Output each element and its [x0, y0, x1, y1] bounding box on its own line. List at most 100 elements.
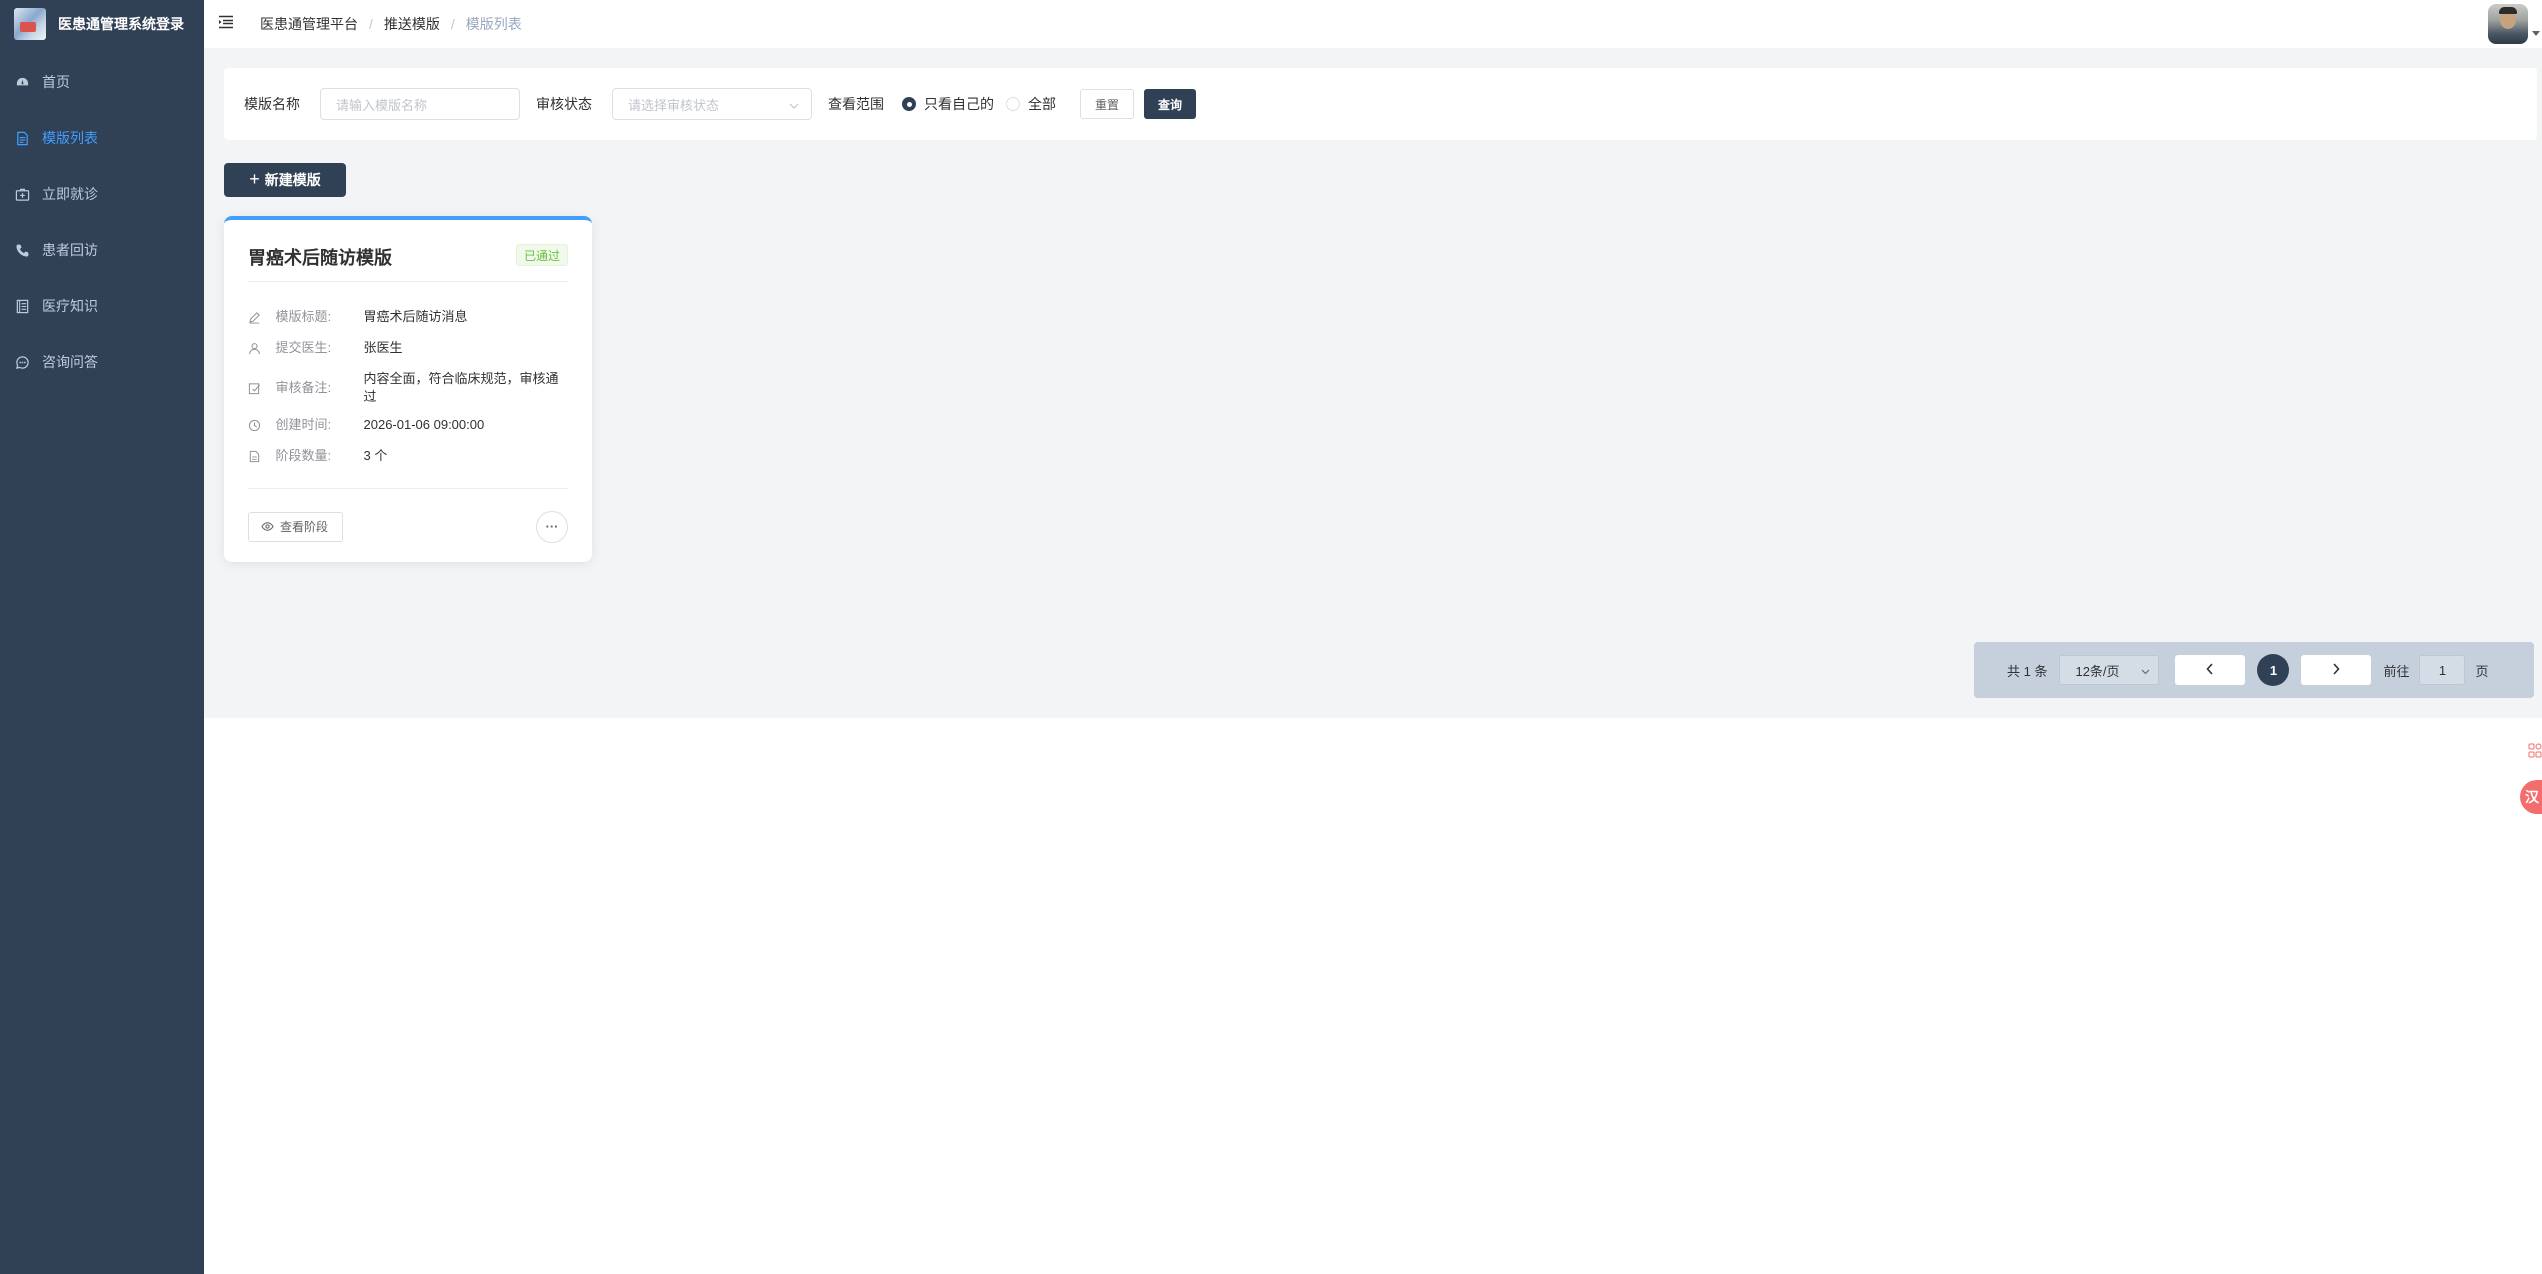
sidebar-item-label: 立即就诊 [42, 186, 98, 202]
breadcrumb-item-current: 模版列表 [465, 16, 522, 32]
sidebar: 医患通管理系统登录 首页 模版列表 立即就诊 患者回访 医疗知识 咨询问答 [0, 0, 204, 1274]
review-status-select[interactable]: 请选择审核状态 [612, 88, 812, 120]
template-card-title: 胃癌术后随访模版 [248, 248, 392, 268]
chevron-down-icon [789, 97, 799, 112]
scope-radio-own[interactable]: 只看自己的 [902, 94, 994, 114]
top-navbar: 医患通管理平台 / 推送模版 / 模版列表 [204, 0, 2542, 48]
info-value: 张医生 [363, 340, 403, 355]
chevron-down-icon [2141, 663, 2150, 678]
template-name-label: 模版名称 [244, 96, 300, 112]
sidebar-item-knowledge[interactable]: 医疗知识 [0, 278, 204, 334]
status-badge: 已通过 [515, 244, 568, 266]
sidebar-menu: 首页 模版列表 立即就诊 患者回访 医疗知识 咨询问答 [0, 54, 204, 390]
search-form: 模版名称 请输入模版名称 审核状态 请选择审核状态 查看范围 只看自己的 全部 … [224, 68, 2537, 140]
sidebar-item-followup[interactable]: 患者回访 [0, 222, 204, 278]
query-button[interactable]: 查询 [1144, 89, 1197, 119]
breadcrumb-separator: / [369, 16, 373, 32]
radio-checked-icon [902, 97, 916, 111]
info-row-stage-count: 阶段数量: 3 个 [248, 447, 568, 465]
sidebar-item-visit[interactable]: 立即就诊 [0, 166, 204, 222]
translate-badge-text: 汉 [2525, 789, 2539, 805]
new-template-button[interactable]: + 新建模版 [224, 163, 346, 197]
info-row-doctor: 提交医生: 张医生 [248, 339, 568, 357]
template-name-placeholder: 请输入模版名称 [336, 97, 428, 113]
sidebar-item-qa[interactable]: 咨询问答 [0, 334, 204, 390]
page-number-current[interactable]: 1 [2257, 654, 2290, 686]
goto-label: 前往 [2383, 663, 2410, 679]
info-value: 胃癌术后随访消息 [363, 309, 468, 324]
sidebar-item-home[interactable]: 首页 [0, 54, 204, 110]
chevron-right-icon [2332, 662, 2341, 678]
sidebar-item-label: 患者回访 [42, 242, 98, 258]
template-card-footer: 查看阶段 ··· [248, 488, 568, 560]
book-icon [14, 298, 30, 314]
app-title: 医患通管理系统登录 [58, 16, 184, 32]
template-name-input[interactable]: 请输入模版名称 [320, 88, 520, 120]
sidebar-item-template-list[interactable]: 模版列表 [0, 110, 204, 166]
main-content: 模版名称 请输入模版名称 审核状态 请选择审核状态 查看范围 只看自己的 全部 … [204, 48, 2542, 718]
phone-icon [14, 242, 30, 258]
radio-unchecked-icon [1006, 97, 1020, 111]
dashboard-icon [14, 74, 30, 90]
scope-radio-all[interactable]: 全部 [1006, 94, 1056, 114]
avatar[interactable] [2488, 4, 2528, 44]
medical-kit-icon [14, 186, 30, 202]
pagination-total: 共 1 条 [2007, 663, 2048, 679]
user-menu[interactable] [2488, 0, 2542, 48]
breadcrumb-item-platform[interactable]: 医患通管理平台 [260, 14, 358, 34]
template-card: 胃癌术后随访模版 已通过 模版标题: 胃癌术后随访消息 提交医生: 张医生 审核… [224, 216, 592, 562]
view-stages-label: 查看阶段 [280, 520, 329, 534]
breadcrumb: 医患通管理平台 / 推送模版 / 模版列表 [260, 14, 522, 34]
document-icon [14, 130, 30, 146]
info-label: 模版标题: [275, 309, 332, 324]
info-label: 阶段数量: [275, 448, 332, 463]
pagination: 共 1 条 12条/页 1 前往 1 页 [1974, 642, 2534, 698]
edit-icon [248, 308, 262, 326]
sidebar-item-label: 首页 [42, 74, 70, 90]
app-logo-area[interactable]: 医患通管理系统登录 [0, 0, 204, 48]
review-status-label: 审核状态 [536, 96, 592, 112]
clock-icon [248, 416, 262, 434]
template-card-header: 胃癌术后随访模版 已通过 [248, 236, 568, 282]
review-icon [248, 379, 262, 397]
file-icon [248, 447, 262, 465]
eye-icon [261, 522, 274, 531]
next-page-button[interactable] [2301, 655, 2372, 685]
scope-radio-own-label: 只看自己的 [924, 96, 994, 112]
goto-page-input[interactable]: 1 [2419, 655, 2466, 685]
caret-down-icon [2532, 30, 2540, 36]
hamburger-toggle[interactable] [202, 0, 250, 48]
sidebar-item-label: 咨询问答 [42, 354, 98, 370]
info-value: 3 个 [363, 448, 388, 463]
info-row-created-time: 创建时间: 2026-01-06 09:00:00 [248, 416, 568, 434]
breadcrumb-item-push-template[interactable]: 推送模版 [384, 14, 440, 34]
prev-page-button[interactable] [2175, 655, 2246, 685]
new-template-label: 新建模版 [264, 172, 321, 188]
plus-icon: + [249, 168, 260, 189]
info-row-title: 模版标题: 胃癌术后随访消息 [248, 308, 568, 326]
floating-toolbar-icon[interactable] [2524, 738, 2542, 766]
info-label: 创建时间: [275, 417, 332, 432]
view-stages-button[interactable]: 查看阶段 [248, 511, 344, 542]
view-scope-label: 查看范围 [828, 96, 884, 112]
page-size-value: 12条/页 [2075, 663, 2120, 679]
breadcrumb-separator: / [450, 16, 455, 32]
page-size-select[interactable]: 12条/页 [2059, 655, 2160, 685]
user-icon [248, 339, 262, 357]
chevron-left-icon [2206, 662, 2214, 678]
info-row-review-note: 审核备注: 内容全面，符合临床规范，审核通过 [248, 370, 568, 406]
floating-translate-button[interactable]: 汉 [2520, 780, 2542, 814]
review-status-placeholder: 请选择审核状态 [628, 97, 720, 113]
info-value: 内容全面，符合临床规范，审核通过 [363, 371, 559, 404]
app-logo [14, 8, 46, 40]
info-label: 提交医生: [275, 340, 332, 355]
more-actions-button[interactable]: ··· [536, 510, 568, 543]
reset-button[interactable]: 重置 [1080, 89, 1135, 119]
scope-radio-all-label: 全部 [1028, 96, 1056, 112]
sidebar-item-label: 模版列表 [42, 130, 98, 146]
page-suffix: 页 [2475, 663, 2489, 679]
info-label: 审核备注: [275, 380, 332, 395]
menu-fold-icon [218, 15, 234, 34]
sidebar-item-label: 医疗知识 [42, 298, 98, 314]
template-info-list: 模版标题: 胃癌术后随访消息 提交医生: 张医生 审核备注: 内容全面，符合临床… [248, 308, 568, 478]
